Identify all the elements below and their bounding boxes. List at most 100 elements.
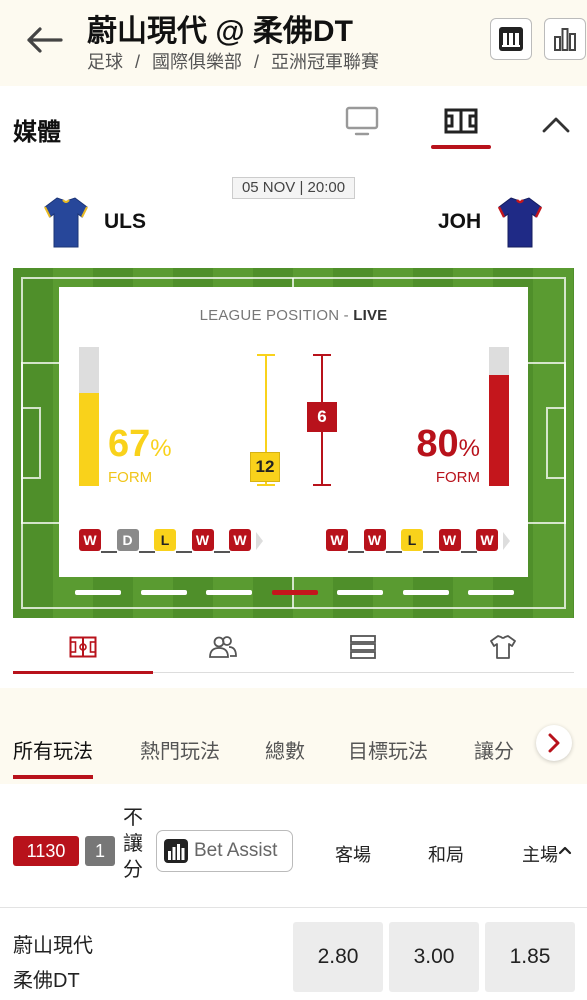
card-title-prefix: LEAGUE POSITION - xyxy=(199,307,354,324)
stats-button[interactable] xyxy=(544,18,586,60)
away-team-code: JOH xyxy=(438,210,482,233)
chevron-up-icon xyxy=(542,117,570,133)
subtab-stats[interactable] xyxy=(293,620,433,673)
pager-dot[interactable] xyxy=(402,590,449,595)
odds-draw[interactable]: 3.00 xyxy=(389,922,479,992)
home-result-2: D xyxy=(116,529,139,551)
away-result-connector xyxy=(423,551,439,553)
breadcrumb-separator: / xyxy=(135,52,141,72)
odds-home[interactable]: 1.85 xyxy=(485,922,575,992)
market-label-char: 分 xyxy=(123,859,143,881)
tab-tv[interactable] xyxy=(332,96,392,146)
market-tab-popular[interactable]: 熱門玩法 xyxy=(140,735,220,764)
market-next-button[interactable] xyxy=(536,725,572,761)
sub-tabs xyxy=(13,620,574,674)
away-result-5: W xyxy=(476,529,498,551)
breadcrumb-league[interactable]: 亞洲冠軍聯賽 xyxy=(271,52,379,72)
home-result-connector xyxy=(176,551,192,553)
jersey-icon xyxy=(490,634,516,659)
collapse-button[interactable] xyxy=(539,108,573,142)
market-tab-goals[interactable]: 目標玩法 xyxy=(348,735,428,764)
pager-dot[interactable] xyxy=(140,590,187,595)
breadcrumb: 足球 / 國際俱樂部 / 亞洲冠軍聯賽 xyxy=(87,48,379,74)
away-result-3: L xyxy=(401,529,423,551)
chevron-right-icon xyxy=(548,733,560,753)
home-form-value: 67 xyxy=(108,423,151,465)
pager-dot[interactable] xyxy=(206,590,252,595)
away-jersey-icon xyxy=(498,197,543,248)
match-datetime: 05 NOV | 20:00 xyxy=(232,177,355,199)
page-title: 蔚山現代 @ 柔佛DT xyxy=(87,15,353,48)
subtab-kits[interactable] xyxy=(433,620,573,673)
market-label-char: 不 xyxy=(123,807,143,829)
pager-dot[interactable] xyxy=(468,590,514,595)
home-result-connector xyxy=(138,551,155,553)
market-label: 不 讓 分 xyxy=(120,805,146,883)
tab-pitch[interactable] xyxy=(431,96,491,149)
home-result-connector xyxy=(213,551,230,553)
bet-market-header: 1130 1 不 讓 分 Bet Assist 客場 和局 主場 xyxy=(0,800,587,908)
home-form-fill xyxy=(79,392,99,486)
home-form-label: FORM xyxy=(108,469,153,486)
bet-team-home: 蔚山現代 xyxy=(13,935,93,957)
bet-assist-icon xyxy=(164,839,188,863)
subtab-pitch[interactable] xyxy=(13,620,153,674)
home-result-4: W xyxy=(191,529,214,551)
column-home: 主場 xyxy=(522,845,558,865)
match-header: 蔚山現代 @ 柔佛DT 足球 / 國際俱樂部 / 亞洲冠軍聯賽 xyxy=(0,0,587,86)
bet-assist-label: Bet Assist xyxy=(194,840,278,861)
odds-away[interactable]: 2.80 xyxy=(293,922,383,992)
home-form-bar xyxy=(79,347,99,486)
market-tab-handicap[interactable]: 讓分 xyxy=(474,735,514,764)
home-result-3: L xyxy=(154,529,176,551)
market-tab-totals[interactable]: 總數 xyxy=(265,735,305,764)
back-button[interactable] xyxy=(22,20,66,60)
league-position-card: LEAGUE POSITION - LIVE 67% FORM 80% FORM… xyxy=(59,287,528,577)
pager-dot[interactable] xyxy=(271,590,318,595)
subtab-lineups[interactable] xyxy=(153,620,293,673)
chevron-up-icon[interactable] xyxy=(558,845,572,855)
breadcrumb-category[interactable]: 國際俱樂部 xyxy=(152,52,242,72)
pager-dot[interactable] xyxy=(337,590,383,595)
bet-assist-button[interactable]: Bet Assist xyxy=(156,830,293,872)
market-tab-all[interactable]: 所有玩法 xyxy=(13,735,93,779)
card-title: LEAGUE POSITION - LIVE xyxy=(59,307,528,324)
home-result-1: W xyxy=(79,529,101,551)
away-result-1: W xyxy=(326,529,348,551)
away-result-connector xyxy=(348,551,364,553)
home-results-arrow xyxy=(256,532,263,550)
home-result-5: W xyxy=(229,529,251,551)
pitch-icon xyxy=(444,108,478,134)
home-form-unit: % xyxy=(150,435,172,462)
bar-chart-icon xyxy=(554,28,576,51)
away-form-percent: 80% xyxy=(416,423,480,466)
pitch-icon xyxy=(69,636,97,657)
away-form-value: 80 xyxy=(416,423,459,465)
home-position-badge: 12 xyxy=(250,452,280,482)
market-tabs: 所有玩法 熱門玩法 總數 目標玩法 讓分 xyxy=(0,688,587,784)
away-form-bar xyxy=(489,347,509,486)
away-form-label: FORM xyxy=(435,469,480,486)
away-result-connector xyxy=(385,551,402,553)
live-label: LIVE xyxy=(353,307,388,324)
bet-team-away: 柔佛DT xyxy=(13,970,80,992)
away-form-fill xyxy=(489,374,509,486)
breadcrumb-separator: / xyxy=(254,52,260,72)
away-form-unit: % xyxy=(458,435,480,462)
scoreboard-icon xyxy=(499,27,523,51)
column-draw: 和局 xyxy=(428,845,464,865)
pager-dot[interactable] xyxy=(75,590,121,595)
away-position-badge: 6 xyxy=(307,402,337,432)
market-id-badge: 1130 xyxy=(13,836,79,866)
media-title: 媒體 xyxy=(13,119,61,146)
breadcrumb-sport[interactable]: 足球 xyxy=(87,52,123,72)
media-bar: 媒體 xyxy=(0,86,587,166)
lineup-icon xyxy=(209,635,237,658)
back-arrow-icon xyxy=(27,27,63,53)
market-label-char: 讓 xyxy=(123,833,143,855)
column-away: 客場 xyxy=(335,845,371,865)
scoreboard-button[interactable] xyxy=(490,18,532,60)
tv-icon xyxy=(345,106,379,136)
away-result-connector xyxy=(460,551,477,553)
home-form-percent: 67% xyxy=(108,423,172,466)
